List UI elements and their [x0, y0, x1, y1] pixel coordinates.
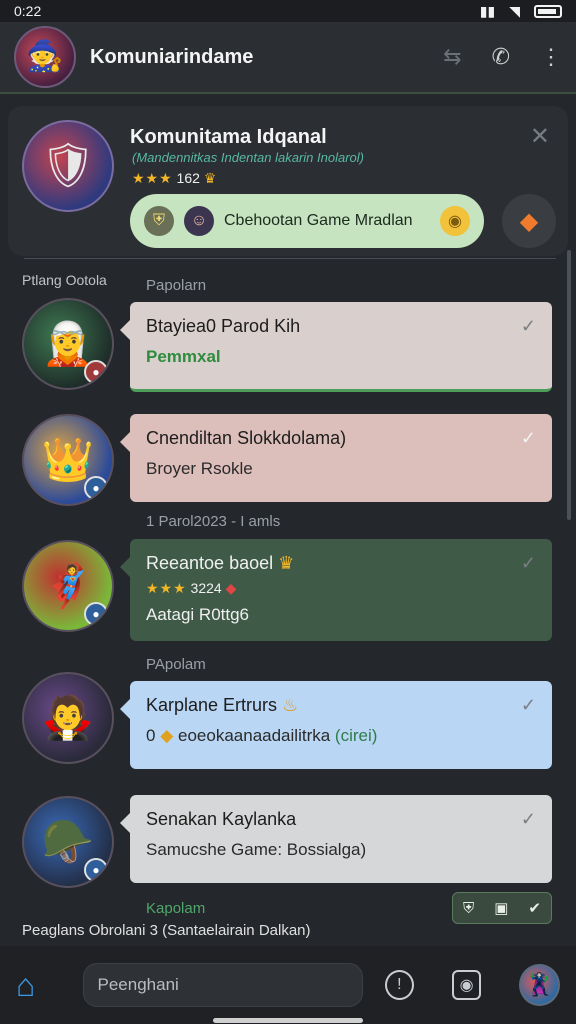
check-icon: ✓	[520, 316, 536, 336]
shield-icon[interactable]: ⛨	[463, 900, 474, 917]
phone-icon[interactable]: ✆	[492, 44, 510, 70]
section-label: Ptlang Ootola	[22, 272, 107, 288]
player-avatar-icon: ☺	[184, 206, 214, 236]
status-badge: ●	[84, 360, 108, 384]
hero-avatar-icon: 🛡	[40, 141, 96, 190]
group-avatar[interactable]: 🧙	[14, 26, 76, 88]
message-bubble[interactable]: Senakan Kaylanka Samucshe Game: Bossialg…	[120, 795, 552, 883]
group-label: Kapolam	[146, 900, 206, 917]
message-title-text: Reeantoe baoel	[146, 553, 274, 573]
message-bubble[interactable]: Btayiea0 Parod Kih Pemmxal ✓	[120, 302, 552, 392]
status-badge: ●	[84, 476, 108, 500]
fire-icon: ♨	[282, 695, 299, 715]
message-avatar[interactable]: 🪖 ●	[22, 796, 114, 888]
status-badge: ●	[84, 858, 108, 882]
home-indicator	[213, 1018, 363, 1023]
community-rating: ★★★ 162 ♛	[132, 170, 217, 187]
game-chip-label: Cbehootan Game Mradlan	[224, 212, 413, 229]
message-title-text: Karplane Ertrurs	[146, 695, 278, 715]
signal-icon: ▮▮	[479, 2, 496, 19]
hero-avatar-icon: 🧛	[41, 694, 95, 741]
bottom-bar: ⌂ ! ◉ 🦹	[0, 946, 576, 1024]
hero-avatar-icon: 🪖	[41, 818, 95, 865]
message-title: Karplane Ertrurs ♨	[146, 695, 536, 716]
message-subtitle-text: eoeokaanaadailitrka	[178, 726, 331, 745]
mini-toolbar: ⛨ ▣ ✔	[452, 892, 552, 924]
crown-icon: ♛	[278, 553, 296, 573]
home-icon[interactable]: ⌂	[16, 967, 65, 1004]
check-icon: ✓	[520, 809, 536, 829]
message-rating: ★★★ 3224 ◆	[146, 580, 536, 597]
message-avatar[interactable]: 🧝 ●	[22, 298, 114, 390]
image-icon[interactable]: ▣	[494, 899, 508, 917]
message-bubble[interactable]: Cnendiltan Slokkdolama) Broyer Rsokle ✓	[120, 414, 552, 502]
message-bubble[interactable]: Reeantoe baoel ♛ ★★★ 3224 ◆ Aatagi R0ttg…	[120, 539, 552, 641]
community-avatar[interactable]: 🛡	[22, 120, 114, 212]
message-subtitle: 0 ◆ eoeokaanaadailitrka (cirei)	[146, 726, 536, 746]
scrollbar[interactable]	[567, 250, 571, 520]
message-avatar[interactable]: 🧛	[22, 672, 114, 764]
gem-button[interactable]: ◆	[502, 194, 556, 248]
check-icon: ✓	[520, 428, 536, 448]
profile-avatar[interactable]: 🦹	[519, 964, 561, 1006]
message-prefix: 0	[146, 726, 156, 745]
message-title: Cnendiltan Slokkdolama)	[146, 428, 347, 448]
message-subtitle: Samucshe Game: Bossialga)	[146, 840, 367, 859]
message-subtitle: Broyer Rsokle	[146, 459, 253, 478]
camera-icon[interactable]: ◉	[451, 970, 482, 1000]
message-tag: (cirei)	[334, 726, 378, 745]
star-icons: ★★★	[146, 580, 187, 596]
divider	[24, 258, 556, 259]
status-icons: ▮▮ ◥	[480, 3, 562, 20]
app-header: 🧙 Komuniarindame ⇆ ✆ ⋮	[0, 22, 576, 94]
message-bubble[interactable]: Karplane Ertrurs ♨ 0 ◆ eoeokaanaadailitr…	[120, 681, 552, 769]
battery-icon	[534, 4, 562, 18]
community-title: Komunitama Idqanal	[130, 126, 327, 148]
status-time: 0:22	[14, 3, 42, 19]
message-title: Reeantoe baoel ♛	[146, 553, 536, 574]
header-actions: ⇆ ✆ ⋮	[443, 44, 562, 70]
star-icons: ★★★	[132, 170, 173, 186]
check-icon: ✓	[520, 553, 536, 573]
message-subtitle: Pemmxal	[146, 347, 221, 366]
community-card: 🛡 Komunitama Idqanal (Mandennitkas Inden…	[8, 106, 568, 256]
more-icon[interactable]: ⋮	[540, 44, 562, 70]
rating-value: 3224	[190, 580, 222, 596]
date-separator: 1 Parol2023 - I amls	[146, 513, 281, 530]
diamond-icon: ◆	[160, 726, 174, 745]
status-badge: ●	[84, 602, 108, 626]
message-title: Senakan Kaylanka	[146, 809, 297, 829]
rating-value: 162	[176, 170, 200, 186]
compose-input[interactable]	[82, 963, 363, 1007]
crown-icon: ♛	[203, 170, 218, 186]
group-label: PApolam	[146, 656, 206, 673]
gem-icon: ◆	[225, 580, 237, 596]
group-label: Papolarn	[146, 277, 207, 294]
message-avatar[interactable]: 🦸 ●	[22, 540, 114, 632]
message-avatar[interactable]: 👑 ●	[22, 414, 114, 506]
hero-avatar-icon: 🧝	[41, 320, 95, 367]
community-subtitle: (Mandennitkas Indentan lakarin Inolarol)	[132, 150, 364, 165]
gem-icon: ◆	[519, 207, 539, 235]
shield-icon: ⛨	[144, 206, 174, 236]
page-title: Komuniarindame	[90, 45, 254, 68]
check-icon: ✓	[520, 695, 536, 715]
message-title: Btayiea0 Parod Kih	[146, 316, 301, 336]
hero-avatar-icon: 🧙	[26, 40, 64, 73]
transfer-icon[interactable]: ⇆	[443, 44, 461, 70]
footer-note: Peaglans Obrolani 3 (Santaelairain Dalka…	[22, 922, 311, 939]
status-bar: 0:22 ▮▮ ◥	[0, 0, 576, 22]
hero-avatar-icon: 👑	[41, 436, 95, 483]
close-icon[interactable]: ✕	[530, 122, 550, 151]
info-icon[interactable]: !	[384, 970, 414, 1000]
game-chip[interactable]: ⛨ ☺ Cbehootan Game Mradlan ◉	[130, 194, 484, 248]
wifi-icon: ◥	[509, 2, 520, 19]
hero-avatar-icon: 🦹	[525, 972, 554, 997]
hero-avatar-icon: 🦸	[41, 562, 95, 609]
coin-icon: ◉	[440, 206, 470, 236]
send-icon[interactable]: ✔	[528, 899, 541, 917]
message-subtitle: Aatagi R0ttg6	[146, 605, 250, 624]
